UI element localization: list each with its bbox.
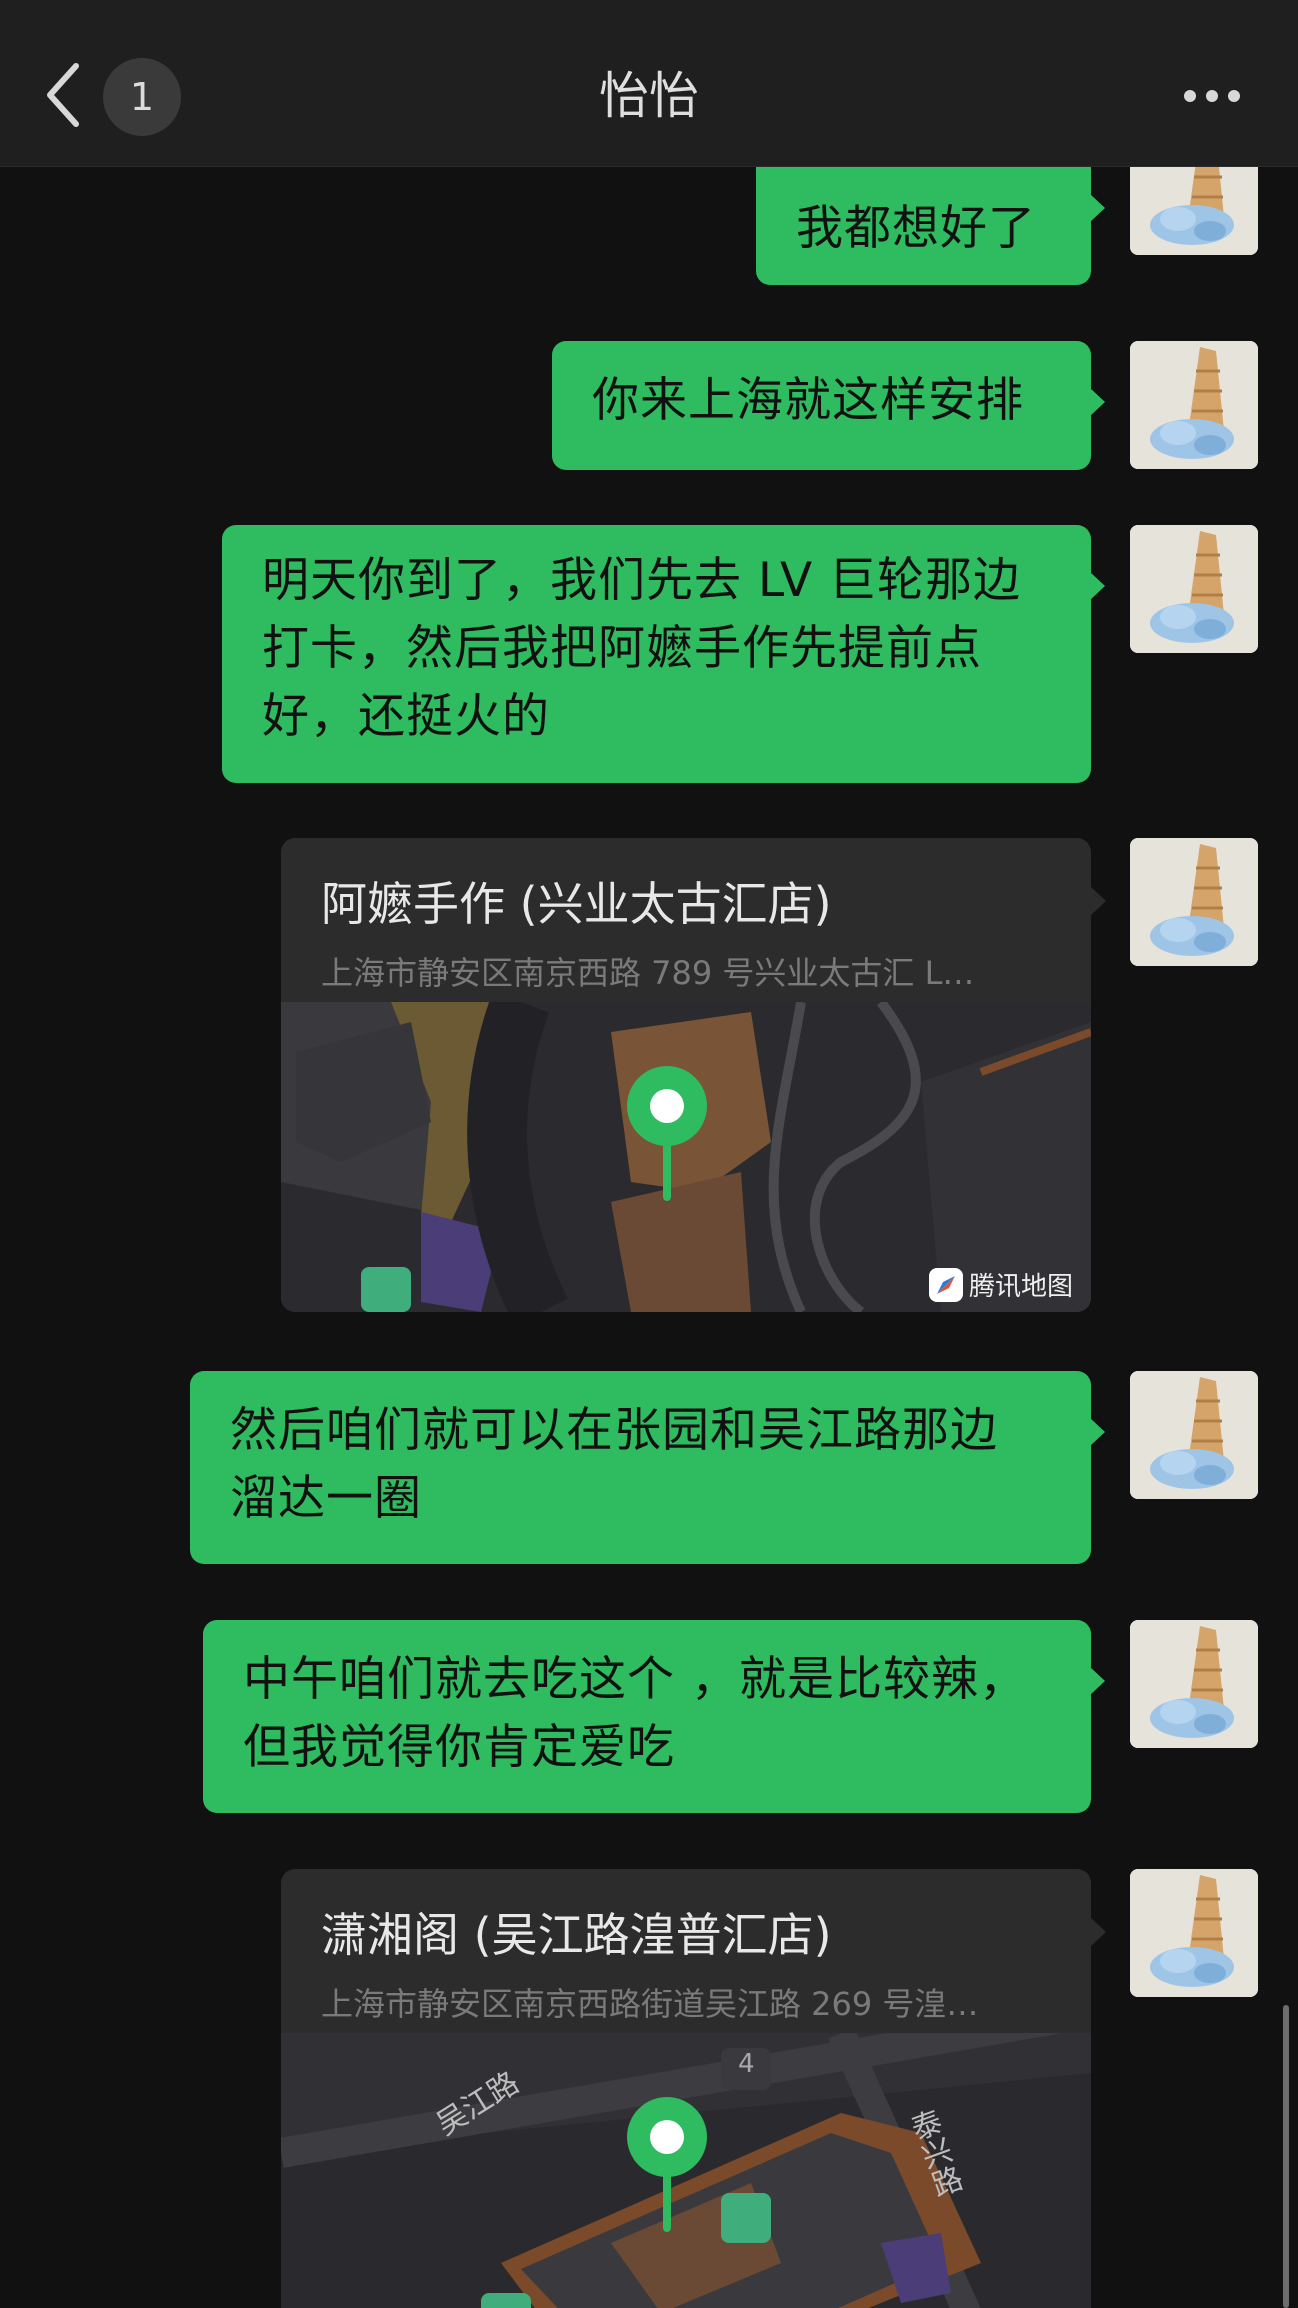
avatar[interactable] bbox=[1130, 525, 1258, 653]
more-dots-icon[interactable] bbox=[1182, 88, 1242, 104]
map-preview[interactable] bbox=[281, 2033, 1091, 2308]
card-tail bbox=[1090, 1917, 1106, 1947]
message-bubble[interactable]: 我都想好了 bbox=[756, 167, 1105, 285]
message-bubble[interactable]: 明天你到了，我们先去 LV 巨轮那边 打卡，然后我把阿嬷手作先提前点 好，还挺火… bbox=[222, 525, 1105, 783]
card-tail bbox=[1090, 886, 1106, 916]
avatar[interactable] bbox=[1130, 341, 1258, 469]
message-line: 明天你到了，我们先去 LV 巨轮那边 bbox=[262, 553, 1022, 608]
ice-cream-avatar-icon bbox=[1130, 525, 1258, 653]
message-text: 我都想好了 bbox=[796, 201, 1036, 256]
map-floor-label: 4 bbox=[738, 2049, 755, 2079]
ice-cream-avatar-icon bbox=[1130, 838, 1258, 966]
ice-cream-avatar-icon bbox=[1130, 1869, 1258, 1997]
avatar[interactable] bbox=[1130, 838, 1258, 966]
location-card[interactable]: 潇湘阁 (吴江路湟普汇店) 上海市静安区南京西路街道吴江路 269 号湟… 吴江… bbox=[281, 1869, 1091, 2308]
ice-cream-avatar-icon bbox=[1130, 341, 1258, 469]
message-line: 然后咱们就可以在张园和吴江路那边 bbox=[230, 1403, 998, 1458]
message-line: 打卡，然后我把阿嬷手作先提前点 bbox=[262, 621, 982, 676]
location-card[interactable]: 阿嬷手作 (兴业太古汇店) 上海市静安区南京西路 789 号兴业太古汇 L… 腾… bbox=[281, 838, 1091, 1312]
message-text: 你来上海就这样安排 bbox=[592, 373, 1024, 428]
location-name: 阿嬷手作 (兴业太古汇店) bbox=[321, 877, 832, 931]
ice-cream-avatar-icon bbox=[1130, 1620, 1258, 1748]
message-bubble[interactable]: 中午咱们就去吃这个 ，就是比较辣， 但我觉得你肯定爱吃 bbox=[203, 1620, 1105, 1813]
tencent-map-icon bbox=[928, 1267, 963, 1302]
chat-title: 怡怡 bbox=[599, 67, 699, 125]
location-address: 上海市静安区南京西路 789 号兴业太古汇 L… bbox=[321, 954, 975, 992]
message-bubble[interactable]: 然后咱们就可以在张园和吴江路那边 溜达一圈 bbox=[190, 1371, 1105, 1564]
message-line: 中午咱们就去吃这个 ，就是比较辣， bbox=[243, 1652, 1027, 1707]
message-line: 好，还挺火的 bbox=[262, 689, 550, 744]
location-address: 上海市静安区南京西路街道吴江路 269 号湟… bbox=[321, 1985, 979, 2023]
avatar[interactable] bbox=[1130, 167, 1258, 255]
avatar[interactable] bbox=[1130, 1371, 1258, 1499]
map-provider-logo: 腾讯地图 bbox=[928, 1266, 1073, 1303]
location-name: 潇湘阁 (吴江路湟普汇店) bbox=[321, 1908, 832, 1962]
map-provider-label: 腾讯地图 bbox=[968, 1272, 1073, 1302]
ice-cream-avatar-icon bbox=[1130, 167, 1258, 255]
message-list[interactable]: 我都想好了 你来上海就这样安排 明天你到了，我们先去 LV 巨轮那边 打卡，然后… bbox=[0, 167, 1298, 2308]
message-line: 溜达一圈 bbox=[230, 1471, 422, 1526]
chat-header: 1 怡怡 bbox=[0, 0, 1298, 167]
avatar[interactable] bbox=[1130, 1620, 1258, 1748]
message-bubble[interactable]: 你来上海就这样安排 bbox=[552, 341, 1105, 470]
scrollbar[interactable] bbox=[1283, 2005, 1289, 2308]
message-line: 但我觉得你肯定爱吃 bbox=[243, 1720, 675, 1775]
avatar[interactable] bbox=[1130, 1869, 1258, 1997]
ice-cream-avatar-icon bbox=[1130, 1371, 1258, 1499]
